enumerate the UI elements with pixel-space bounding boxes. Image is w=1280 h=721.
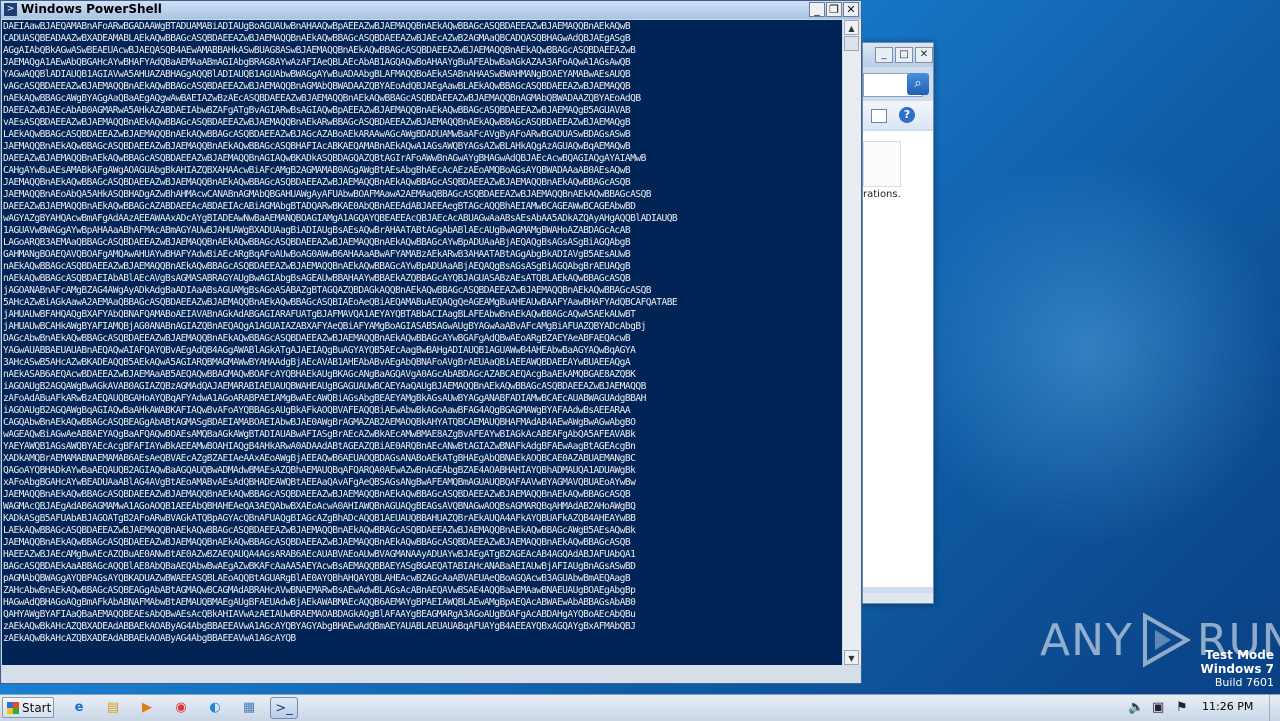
explorer-status-bar [863, 593, 933, 603]
layout-icon[interactable] [871, 109, 887, 123]
windows-version-info: Test Mode Windows 7 Build 7601 [1201, 648, 1274, 690]
scroll-up-button[interactable]: ▲ [844, 20, 859, 35]
test-mode-label: Test Mode [1205, 648, 1274, 662]
console-text: DAEIAawBJAEQAMABnAFoARwBGADAAWgBTADUAMAB… [3, 21, 678, 644]
show-desktop-button[interactable] [1269, 695, 1280, 721]
volume-icon[interactable]: 🔈 [1128, 698, 1144, 718]
explorer-text-snippet: rations. [863, 189, 901, 200]
restore-button[interactable]: ❐ [826, 2, 842, 17]
windows-version-label: Windows 7 [1200, 662, 1274, 676]
ie-icon[interactable]: e [68, 697, 90, 719]
close-button[interactable]: ✕ [843, 2, 859, 17]
search-icon[interactable]: ⌕ [907, 73, 929, 95]
minimize-button[interactable]: _ [809, 2, 825, 17]
start-label: Start [22, 700, 52, 715]
chrome-icon[interactable]: ◉ [170, 697, 192, 719]
explorer-panel [863, 141, 901, 187]
watermark-left: ANY [1040, 614, 1133, 666]
maximize-button[interactable]: □ [895, 47, 913, 63]
powershell-icon[interactable]: >_ [270, 697, 298, 719]
scroll-down-button[interactable]: ▼ [844, 650, 859, 665]
media-player-icon[interactable]: ▶ [136, 697, 158, 719]
network-icon[interactable]: ▣ [1152, 698, 1164, 718]
help-icon[interactable]: ? [899, 107, 915, 123]
powershell-titlebar[interactable]: > Windows PowerShell _ ❐ ✕ [1, 1, 861, 19]
window-title: Windows PowerShell [21, 2, 162, 16]
powershell-window[interactable]: > Windows PowerShell _ ❐ ✕ DAEIAawBJAEQA… [0, 0, 862, 684]
background-explorer-window[interactable]: _ □ ✕ ⌕ ? rations. [862, 42, 934, 604]
play-icon [1142, 612, 1191, 668]
minimize-button[interactable]: _ [875, 47, 893, 63]
clock[interactable]: 11:26 PM [1202, 700, 1253, 713]
powershell-icon: > [4, 3, 17, 16]
console-output[interactable]: DAEIAawBJAEQAMABnAFoARwBGADAAWgBTADUAMAB… [2, 20, 842, 665]
build-label: Build 7601 [1214, 676, 1274, 689]
action-center-icon[interactable]: ⚑ [1176, 698, 1188, 718]
close-button[interactable]: ✕ [915, 47, 933, 63]
taskbar: Start e ▤ ▶ ◉ ◐ ▦ >_ 🔈 ▣ ⚑ 11:26 PM [0, 694, 1280, 721]
windows-logo-icon [7, 701, 19, 714]
window-bottom-frame [2, 665, 860, 683]
notepad-icon[interactable]: ▦ [238, 697, 260, 719]
edge-icon[interactable]: ◐ [204, 697, 226, 719]
start-button[interactable]: Start [2, 697, 54, 718]
background-window-titlebar[interactable]: _ □ ✕ [863, 43, 933, 67]
scroll-thumb[interactable] [844, 36, 859, 51]
desktop-glow [880, 140, 1280, 560]
vertical-scrollbar[interactable]: ▲ ▼ [843, 20, 861, 665]
explorer-icon[interactable]: ▤ [102, 697, 124, 719]
